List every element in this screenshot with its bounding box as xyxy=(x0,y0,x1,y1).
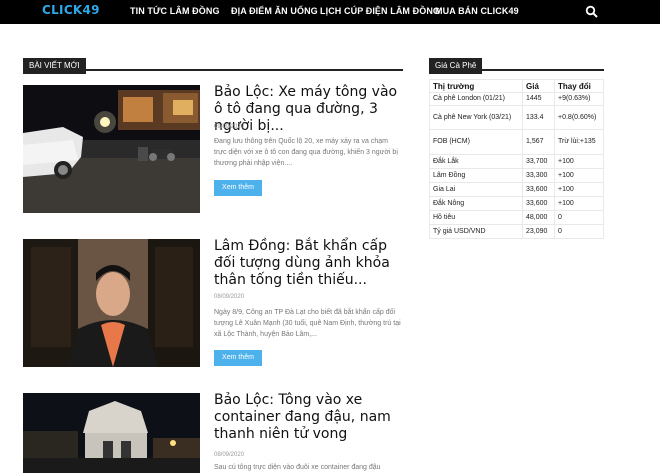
article-2-excerpt: Ngày 8/9, Công an TP Đà Lạt cho biết đã … xyxy=(214,309,401,338)
article-3-thumbnail[interactable] xyxy=(23,393,200,473)
cell-change: Trừ lùi:+135 xyxy=(554,129,604,155)
coffee-price-header: Giá Cà Phê xyxy=(429,55,604,74)
cell-price: 23,090 xyxy=(522,224,555,239)
table-row: Đắk Nông 33,600 +100 xyxy=(429,196,604,211)
article-1-date: 09/09/2020 xyxy=(214,124,245,130)
top-navigation-bar: CLICK49 TIN TỨC LÂM ĐỒNG ĐỊA ĐIỂM ĂN UỐN… xyxy=(0,0,660,24)
cell-price: 33,700 xyxy=(522,154,555,169)
cell-market: Lâm Đồng xyxy=(429,168,523,183)
column-header-price: Giá xyxy=(522,79,555,93)
latest-posts-header: BÀI VIẾT MỚI xyxy=(23,55,403,74)
table-row: Cà phê London (01/21) 1445 +9(0.63%) xyxy=(429,92,604,106)
cell-change: +100 xyxy=(554,168,604,183)
article-2-date: 08/09/2020 xyxy=(214,294,245,300)
cell-price: 33,600 xyxy=(522,196,555,211)
table-row: Tỷ giá USD/VND 23,090 0 xyxy=(429,224,604,239)
cell-price: 133.4 xyxy=(522,105,555,130)
cell-change: 0 xyxy=(554,224,604,239)
cell-market: Tỷ giá USD/VND xyxy=(429,224,523,239)
cell-price: 48,000 xyxy=(522,210,555,225)
cell-market: Cà phê London (01/21) xyxy=(429,92,523,106)
article-3-date: 08/09/2020 xyxy=(214,452,245,458)
table-row: Đắk Lắk 33,700 +100 xyxy=(429,154,604,169)
cell-market: FOB (HCM) xyxy=(429,129,523,155)
nav-item-dia-diem-an-uong[interactable]: ĐỊA ĐIỂM ĂN UỐNG xyxy=(231,6,318,16)
search-icon[interactable] xyxy=(585,5,599,19)
latest-posts-title: BÀI VIẾT MỚI xyxy=(23,58,86,74)
article-2-read-more-button[interactable]: Xem thêm xyxy=(214,350,262,366)
article-3-excerpt: Sau cú tông trực diện vào đuôi xe contai… xyxy=(214,464,381,471)
coffee-price-title: Giá Cà Phê xyxy=(429,58,483,74)
cell-market: Gia Lai xyxy=(429,182,523,197)
cell-market: Đắk Lắk xyxy=(429,154,523,169)
cell-change: +9(0.63%) xyxy=(554,92,604,106)
cell-change: 0 xyxy=(554,210,604,225)
table-header-row: Thị trường Giá Thay đổi xyxy=(429,79,604,93)
cell-change: +100 xyxy=(554,154,604,169)
column-header-market: Thị trường xyxy=(429,79,523,93)
article-1-read-more-button[interactable]: Xem thêm xyxy=(214,180,262,196)
cell-price: 1445 xyxy=(522,92,555,106)
nav-item-tin-tuc-lam-dong[interactable]: TIN TỨC LÂM ĐỒNG xyxy=(130,6,220,16)
table-row: Gia Lai 33,600 +100 xyxy=(429,182,604,197)
article-1-thumbnail[interactable] xyxy=(23,85,200,213)
table-row: Cà phê New York (03/21) 133.4 +0.8(0.60%… xyxy=(429,105,604,130)
nav-item-lich-cup-dien[interactable]: LỊCH CÚP ĐIỆN LÂM ĐỒNG xyxy=(320,6,440,16)
article-3-title[interactable]: Bảo Lộc: Tông vào xe container đang đậu,… xyxy=(214,392,404,443)
article-1-excerpt: Đang lưu thông trên Quốc lộ 20, xe máy x… xyxy=(214,138,398,167)
cell-change: +0.8(0.60%) xyxy=(554,105,604,130)
nav-item-mua-ban[interactable]: MUA BÁN CLICK49 xyxy=(435,6,519,16)
cell-market: Cà phê New York (03/21) xyxy=(429,105,523,130)
cell-change: +100 xyxy=(554,196,604,211)
table-row: Hồ tiêu 48,000 0 xyxy=(429,210,604,225)
column-header-change: Thay đổi xyxy=(554,79,604,93)
cell-market: Đắk Nông xyxy=(429,196,523,211)
site-logo[interactable]: CLICK49 xyxy=(42,3,100,17)
table-row: Lâm Đồng 33,300 +100 xyxy=(429,168,604,183)
cell-price: 33,600 xyxy=(522,182,555,197)
table-row: FOB (HCM) 1,567 Trừ lùi:+135 xyxy=(429,129,604,155)
article-2-title[interactable]: Lâm Đồng: Bắt khẩn cấp đối tượng dùng ản… xyxy=(214,238,404,289)
cell-change: +100 xyxy=(554,182,604,197)
article-2-thumbnail[interactable] xyxy=(23,239,200,367)
cell-price: 33,300 xyxy=(522,168,555,183)
coffee-price-table: Thị trường Giá Thay đổi Cà phê London (0… xyxy=(429,79,604,239)
cell-market: Hồ tiêu xyxy=(429,210,523,225)
cell-price: 1,567 xyxy=(522,129,555,155)
